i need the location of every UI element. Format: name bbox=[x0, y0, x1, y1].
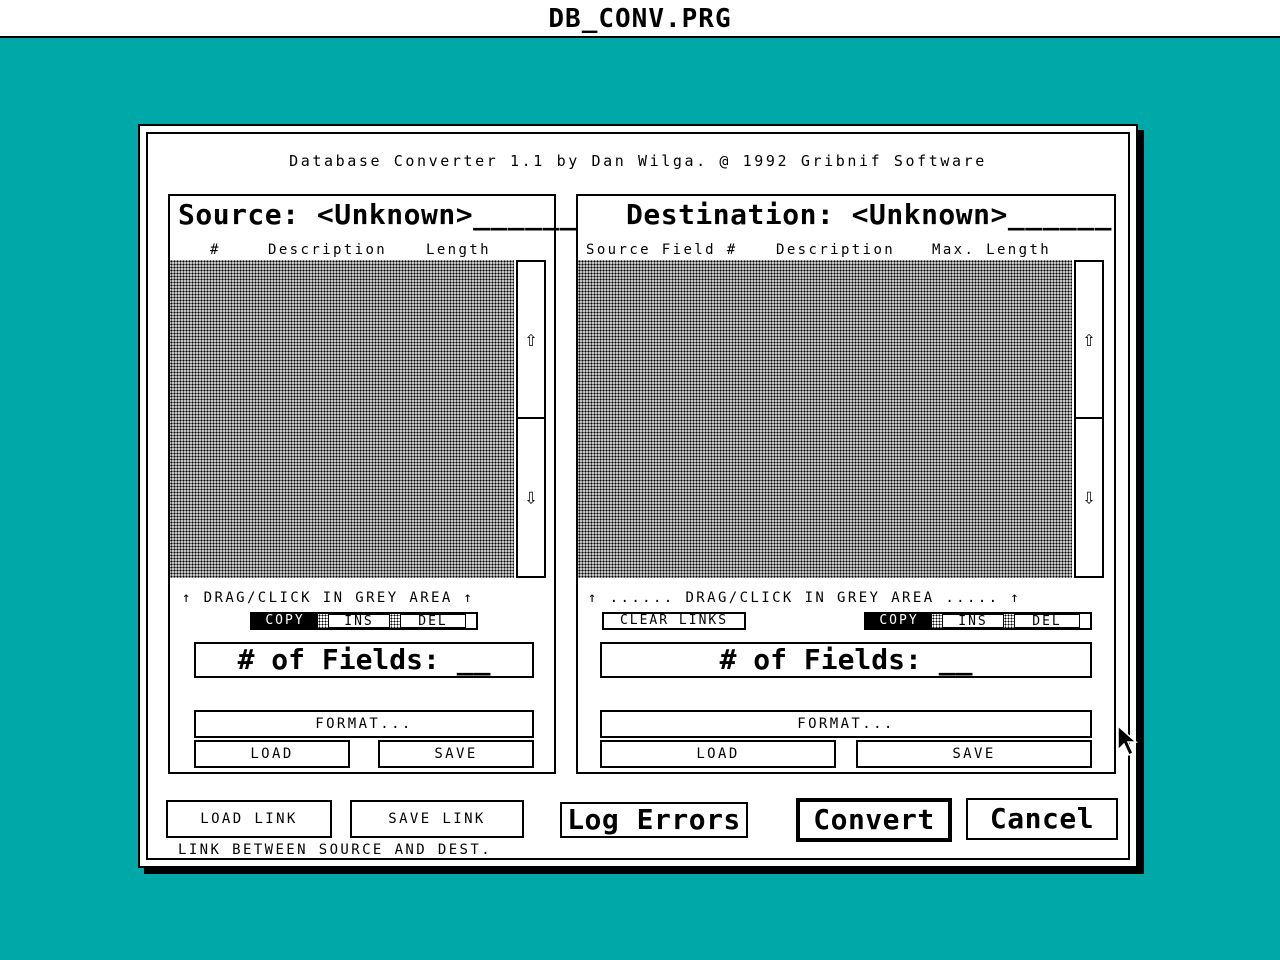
clear-links-button[interactable]: CLEAR LINKS bbox=[602, 612, 746, 630]
divider bbox=[318, 614, 328, 628]
dest-del-button[interactable]: DEL bbox=[1014, 614, 1080, 629]
destination-drag-hint: ↑ ...... DRAG/CLICK IN GREY AREA ..... ↑ bbox=[588, 590, 1022, 606]
destination-edit-buttons: COPY INS DEL bbox=[864, 612, 1092, 630]
source-title[interactable]: Source: <Unknown>______ bbox=[178, 198, 577, 231]
destination-panel: Destination: <Unknown>______ Source Fiel… bbox=[576, 194, 1116, 774]
destination-title[interactable]: Destination: <Unknown>______ bbox=[626, 198, 1112, 231]
window-title-bar: DB_CONV.PRG bbox=[0, 0, 1280, 38]
destination-load-button[interactable]: LOAD bbox=[600, 740, 836, 768]
load-link-button[interactable]: LOAD LINK bbox=[166, 800, 332, 838]
dest-col-max-length: Max. Length bbox=[932, 242, 1052, 258]
window-title: DB_CONV.PRG bbox=[548, 4, 732, 34]
scroll-down-icon[interactable]: ⇩ bbox=[518, 419, 544, 576]
dest-copy-button[interactable]: COPY bbox=[866, 614, 932, 628]
source-col-length: Length bbox=[426, 242, 491, 258]
divider bbox=[932, 614, 942, 628]
destination-field-count: # of Fields: __ bbox=[600, 642, 1092, 678]
dialog-frame: Database Converter 1.1 by Dan Wilga. @ 1… bbox=[146, 132, 1130, 860]
source-del-button[interactable]: DEL bbox=[400, 614, 466, 629]
save-link-button[interactable]: SAVE LINK bbox=[350, 800, 524, 838]
source-col-description: Description bbox=[268, 242, 388, 258]
dest-ins-button[interactable]: INS bbox=[942, 614, 1004, 629]
convert-button[interactable]: Convert bbox=[796, 798, 952, 842]
link-caption: LINK BETWEEN SOURCE AND DEST. bbox=[178, 842, 493, 858]
divider bbox=[390, 614, 400, 628]
source-field-count: # of Fields: __ bbox=[194, 642, 534, 678]
source-panel: Source: <Unknown>______ # Description Le… bbox=[168, 194, 577, 774]
source-field-list[interactable] bbox=[170, 260, 514, 578]
source-ins-button[interactable]: INS bbox=[328, 614, 390, 629]
source-edit-buttons: COPY INS DEL bbox=[250, 612, 478, 630]
source-col-number: # bbox=[210, 242, 221, 258]
dest-col-description: Description bbox=[776, 242, 896, 258]
scroll-down-icon[interactable]: ⇩ bbox=[1076, 419, 1102, 576]
log-errors-button[interactable]: Log Errors bbox=[560, 802, 748, 838]
source-scrollbar[interactable]: ⇧ ⇩ bbox=[516, 260, 546, 578]
scroll-up-icon[interactable]: ⇧ bbox=[518, 262, 544, 419]
source-format-button[interactable]: FORMAT... bbox=[194, 710, 534, 738]
source-drag-hint: ↑ DRAG/CLICK IN GREY AREA ↑ bbox=[182, 590, 475, 606]
destination-field-list[interactable] bbox=[578, 260, 1072, 578]
source-save-button[interactable]: SAVE bbox=[378, 740, 534, 768]
source-copy-button[interactable]: COPY bbox=[252, 614, 318, 628]
source-load-button[interactable]: LOAD bbox=[194, 740, 350, 768]
destination-format-button[interactable]: FORMAT... bbox=[600, 710, 1092, 738]
divider bbox=[1004, 614, 1014, 628]
scroll-up-icon[interactable]: ⇧ bbox=[1076, 262, 1102, 419]
converter-dialog: Database Converter 1.1 by Dan Wilga. @ 1… bbox=[138, 124, 1138, 868]
credit-line: Database Converter 1.1 by Dan Wilga. @ 1… bbox=[289, 152, 987, 170]
cancel-button[interactable]: Cancel bbox=[966, 798, 1118, 840]
destination-save-button[interactable]: SAVE bbox=[856, 740, 1092, 768]
mouse-pointer-icon bbox=[1117, 724, 1138, 757]
destination-scrollbar[interactable]: ⇧ ⇩ bbox=[1074, 260, 1104, 578]
dest-col-source-field: Source Field # bbox=[586, 242, 738, 258]
